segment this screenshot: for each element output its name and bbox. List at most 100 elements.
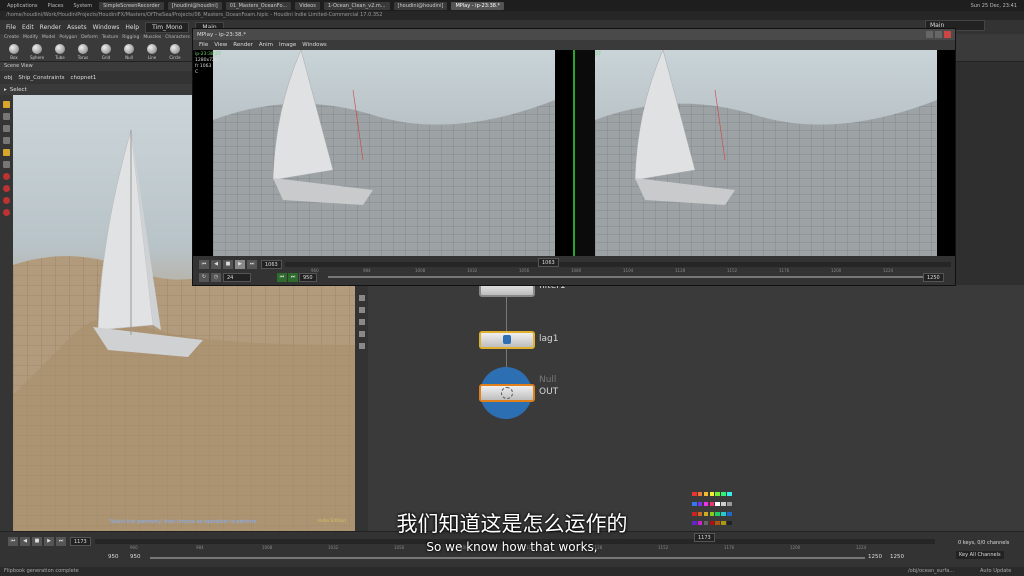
close-icon[interactable]	[944, 31, 951, 38]
auto-update[interactable]: Auto Update	[980, 568, 1011, 574]
mplay-menu-image[interactable]: Image	[279, 42, 296, 48]
tl-end-field[interactable]: 1250	[868, 554, 882, 560]
tl-end-field-2[interactable]: 1250	[890, 554, 904, 560]
shelf-tab[interactable]: Characters	[165, 35, 190, 41]
taskbar-button[interactable]: 1-Ocean_Clean_v2.m...	[323, 1, 390, 10]
scene-view-tab[interactable]: Scene View	[0, 62, 192, 71]
magnet-icon[interactable]	[3, 209, 10, 216]
network-tool-icon[interactable]	[358, 307, 365, 313]
move-tool-icon[interactable]	[3, 113, 10, 120]
menu-windows[interactable]: Windows	[93, 24, 120, 31]
taskbar-button[interactable]: [houdini@houdini]	[167, 1, 222, 10]
path-obj[interactable]: obj	[4, 75, 12, 81]
menu-assets[interactable]: Assets	[67, 24, 87, 31]
go-end-button[interactable]: ⏭	[247, 260, 257, 269]
rotate-tool-icon[interactable]	[3, 125, 10, 132]
color-swatch[interactable]	[715, 501, 720, 506]
loop-icon[interactable]: ↻	[199, 273, 209, 282]
shelf-tool-tube[interactable]: Tube	[52, 44, 68, 60]
color-swatch[interactable]	[697, 501, 703, 506]
shelf-tab[interactable]: Create	[4, 35, 19, 41]
mplay-scrub-bar[interactable]	[285, 262, 951, 267]
snap-icon[interactable]	[3, 197, 10, 204]
taskbar-button[interactable]: SimpleScreenRecorder	[99, 1, 164, 10]
handle-tool-icon[interactable]	[3, 149, 10, 156]
color-swatch[interactable]	[703, 492, 709, 496]
menu-edit[interactable]: Edit	[22, 24, 34, 31]
shelf-tool-null[interactable]: Null	[121, 44, 137, 60]
select-label[interactable]: Select	[10, 87, 27, 93]
stop-button[interactable]: ■	[223, 260, 233, 269]
shelf-tab[interactable]: Rigging	[122, 35, 139, 41]
maximize-icon[interactable]	[935, 31, 942, 38]
color-swatch[interactable]	[709, 492, 715, 496]
taskbar-system[interactable]: System	[70, 3, 95, 9]
mplay-menu-anim[interactable]: Anim	[259, 42, 273, 48]
shelf-tab[interactable]: Deform	[81, 35, 98, 41]
shelf-tab[interactable]: Modify	[23, 35, 38, 41]
shelf-tool-grid[interactable]: Grid	[98, 44, 114, 60]
color-swatch[interactable]	[721, 492, 726, 496]
color-swatch[interactable]	[692, 501, 697, 506]
desktop-selector[interactable]: Tim_Mono	[145, 21, 190, 33]
menu-file[interactable]: File	[6, 24, 16, 31]
mplay-menu-view[interactable]: View	[214, 42, 227, 48]
mplay-titlebar[interactable]: MPlay - ip-23:38.*	[193, 29, 955, 40]
minimize-icon[interactable]	[926, 31, 933, 38]
shelf-tool-torus[interactable]: Torus	[75, 44, 91, 60]
go-start-button[interactable]: ⏮	[199, 260, 209, 269]
shelf-tool-line[interactable]: Line	[144, 44, 160, 60]
mplay-window[interactable]: MPlay - ip-23:38.* File View Render Anim…	[192, 28, 956, 286]
network-tool-icon[interactable]	[358, 331, 365, 337]
network-tool-icon[interactable]	[358, 319, 365, 325]
shelf-tool-sphere[interactable]: Sphere	[29, 44, 45, 60]
taskbar-button[interactable]: 01_Masters_OceanFo...	[225, 1, 292, 10]
color-swatch[interactable]	[727, 501, 732, 506]
color-swatch[interactable]	[709, 501, 715, 506]
status-path[interactable]: /obj/ocean_surfa...	[908, 568, 954, 574]
viewer-split-handle[interactable]	[573, 50, 595, 256]
shelf-tab[interactable]: Polygon	[59, 35, 77, 41]
snap-icon[interactable]	[3, 173, 10, 180]
mplay-menu-file[interactable]: File	[199, 42, 208, 48]
color-swatch[interactable]	[703, 501, 709, 506]
range-start-icon[interactable]: ⏮	[277, 273, 287, 282]
network-tool-icon[interactable]	[358, 343, 365, 349]
taskbar-button[interactable]: [houdini@houdini]	[393, 1, 448, 10]
mplay-menu-windows[interactable]: Windows	[302, 42, 327, 48]
shelf-tool-circle[interactable]: Circle	[167, 44, 183, 60]
taskbar-places[interactable]: Places	[45, 3, 67, 9]
mplay-menu-render[interactable]: Render	[233, 42, 253, 48]
shelf-tab[interactable]: Texture	[102, 35, 118, 41]
network-tool-icon[interactable]	[358, 295, 365, 301]
color-swatch[interactable]	[715, 492, 720, 496]
menu-help[interactable]: Help	[125, 24, 139, 31]
color-swatch[interactable]	[697, 492, 703, 496]
scale-tool-icon[interactable]	[3, 137, 10, 144]
taskbar-button-mplay[interactable]: MPlay - ip-23:38.*	[451, 1, 505, 10]
tl-start-field[interactable]: 950	[108, 554, 119, 560]
shelf-tab[interactable]: Muscles	[143, 35, 161, 41]
tl-start-field-2[interactable]: 950	[130, 554, 141, 560]
mplay-viewer-right[interactable]: ip-23:38:27 1280x720 fr 1063 C	[573, 50, 955, 256]
step-back-button[interactable]: ◀	[211, 260, 221, 269]
network-editor[interactable]: filter1 lag1 Null OUT	[355, 279, 1024, 532]
mplay-range-bar[interactable]	[328, 276, 923, 278]
color-swatch[interactable]	[721, 501, 726, 506]
mplay-viewer-left[interactable]: ip-23:38:27 1280x720 fr 1063 C	[193, 50, 555, 256]
play-button[interactable]: ▶	[235, 260, 245, 269]
mplay-frame-field[interactable]: 1063	[261, 260, 282, 269]
shelf-tab[interactable]: Model	[42, 35, 56, 41]
shelf-tool-box[interactable]: Box	[6, 44, 22, 60]
select-tool-icon[interactable]	[3, 101, 10, 108]
path-chopnet[interactable]: chopnet1	[71, 75, 97, 81]
mplay-current-marker[interactable]: 1063	[538, 258, 559, 267]
menu-render[interactable]: Render	[40, 24, 61, 31]
taskbar-button[interactable]: Videos	[295, 1, 320, 10]
taskbar-applications[interactable]: Applications	[4, 3, 41, 9]
snap-icon[interactable]	[3, 185, 10, 192]
node-out[interactable]	[479, 384, 535, 402]
realtime-icon[interactable]: ◷	[211, 273, 221, 282]
path-ship-constraints[interactable]: Ship_Constraints	[18, 75, 64, 81]
color-swatch[interactable]	[692, 492, 697, 496]
